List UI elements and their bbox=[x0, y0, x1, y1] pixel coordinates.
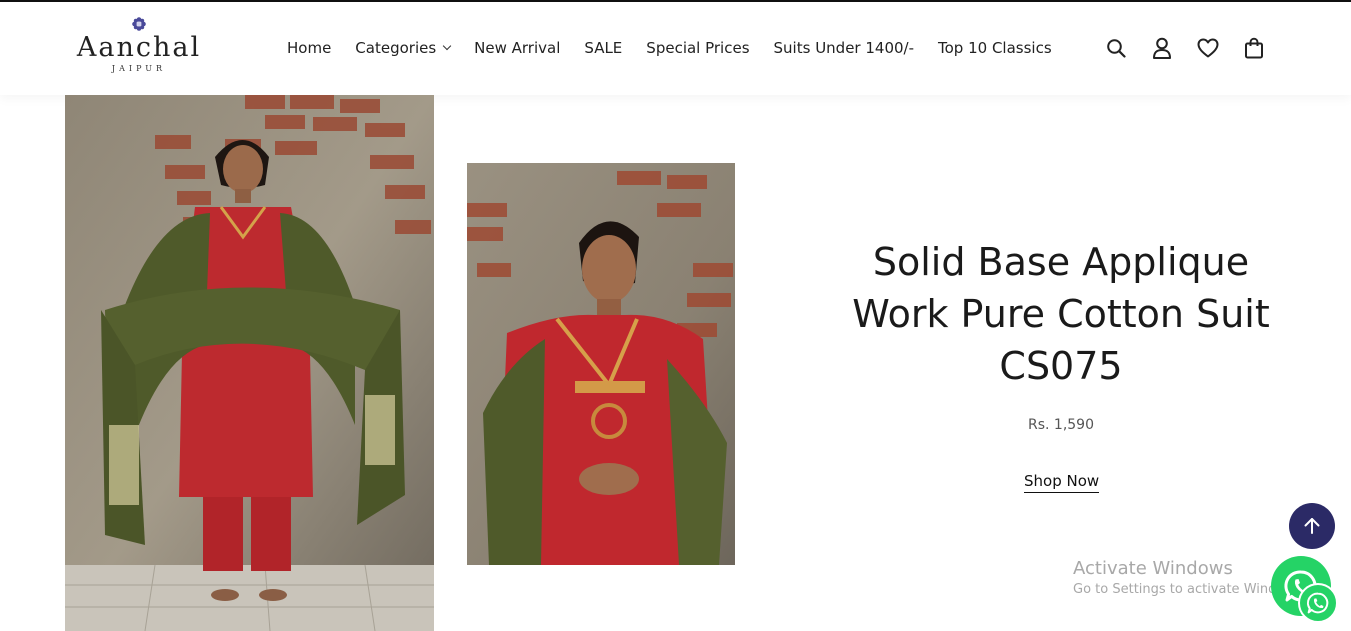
product-price: Rs. 1,590 bbox=[1027, 417, 1094, 433]
nav-categories-label: Categories bbox=[355, 39, 437, 57]
activate-windows-title: Activate Windows bbox=[1073, 558, 1233, 579]
shop-now-button[interactable]: Shop Now bbox=[1024, 472, 1100, 493]
nav-top-10-classics[interactable]: Top 10 Classics bbox=[938, 39, 1052, 57]
nav-sale[interactable]: SALE bbox=[584, 39, 622, 57]
brand-logo[interactable]: Aanchal JAIPUR bbox=[74, 16, 204, 80]
nav-special-prices[interactable]: Special Prices bbox=[646, 39, 749, 57]
product-title: Solid Base Applique Work Pure Cotton Sui… bbox=[852, 240, 1270, 388]
header-icons bbox=[1104, 36, 1266, 60]
account-icon[interactable] bbox=[1150, 36, 1174, 60]
site-header: Aanchal JAIPUR Home Categories New Arriv… bbox=[0, 2, 1351, 95]
nav-suits-under-1400-label: Suits Under 1400/- bbox=[773, 39, 915, 57]
chevron-down-icon bbox=[442, 41, 452, 51]
search-icon[interactable] bbox=[1104, 36, 1128, 60]
nav-categories[interactable]: Categories bbox=[355, 39, 452, 57]
nav-home-label: Home bbox=[287, 39, 332, 57]
logo-flower-icon bbox=[132, 17, 146, 31]
nav-special-prices-label: Special Prices bbox=[646, 39, 750, 57]
nav-top-10-classics-label: Top 10 Classics bbox=[938, 39, 1052, 57]
arrow-up-icon bbox=[1304, 518, 1320, 534]
whatsapp-floating-button[interactable] bbox=[1298, 583, 1338, 623]
nav-new-arrival[interactable]: New Arrival bbox=[474, 39, 560, 57]
product-image-full-length[interactable] bbox=[65, 95, 434, 631]
activate-windows-subtitle: Go to Settings to activate Windows. bbox=[1073, 582, 1288, 597]
nav-sale-label: SALE bbox=[584, 39, 623, 57]
cart-bag-icon[interactable] bbox=[1242, 36, 1266, 60]
nav-suits-under-1400[interactable]: Suits Under 1400/- bbox=[774, 39, 914, 57]
logo-city-text: JAIPUR bbox=[111, 64, 167, 73]
main-nav: Home Categories New Arrival SALE Special… bbox=[287, 37, 1052, 59]
nav-new-arrival-label: New Arrival bbox=[474, 39, 561, 57]
logo-brand-text: Aanchal bbox=[76, 32, 202, 63]
wishlist-heart-icon[interactable] bbox=[1196, 36, 1220, 60]
whatsapp-icon bbox=[1307, 592, 1329, 614]
product-image-close-up[interactable] bbox=[467, 163, 735, 565]
scroll-to-top-button[interactable] bbox=[1289, 503, 1335, 549]
nav-home[interactable]: Home bbox=[287, 39, 331, 57]
activate-windows-watermark: Activate Windows Go to Settings to activ… bbox=[1073, 558, 1288, 600]
